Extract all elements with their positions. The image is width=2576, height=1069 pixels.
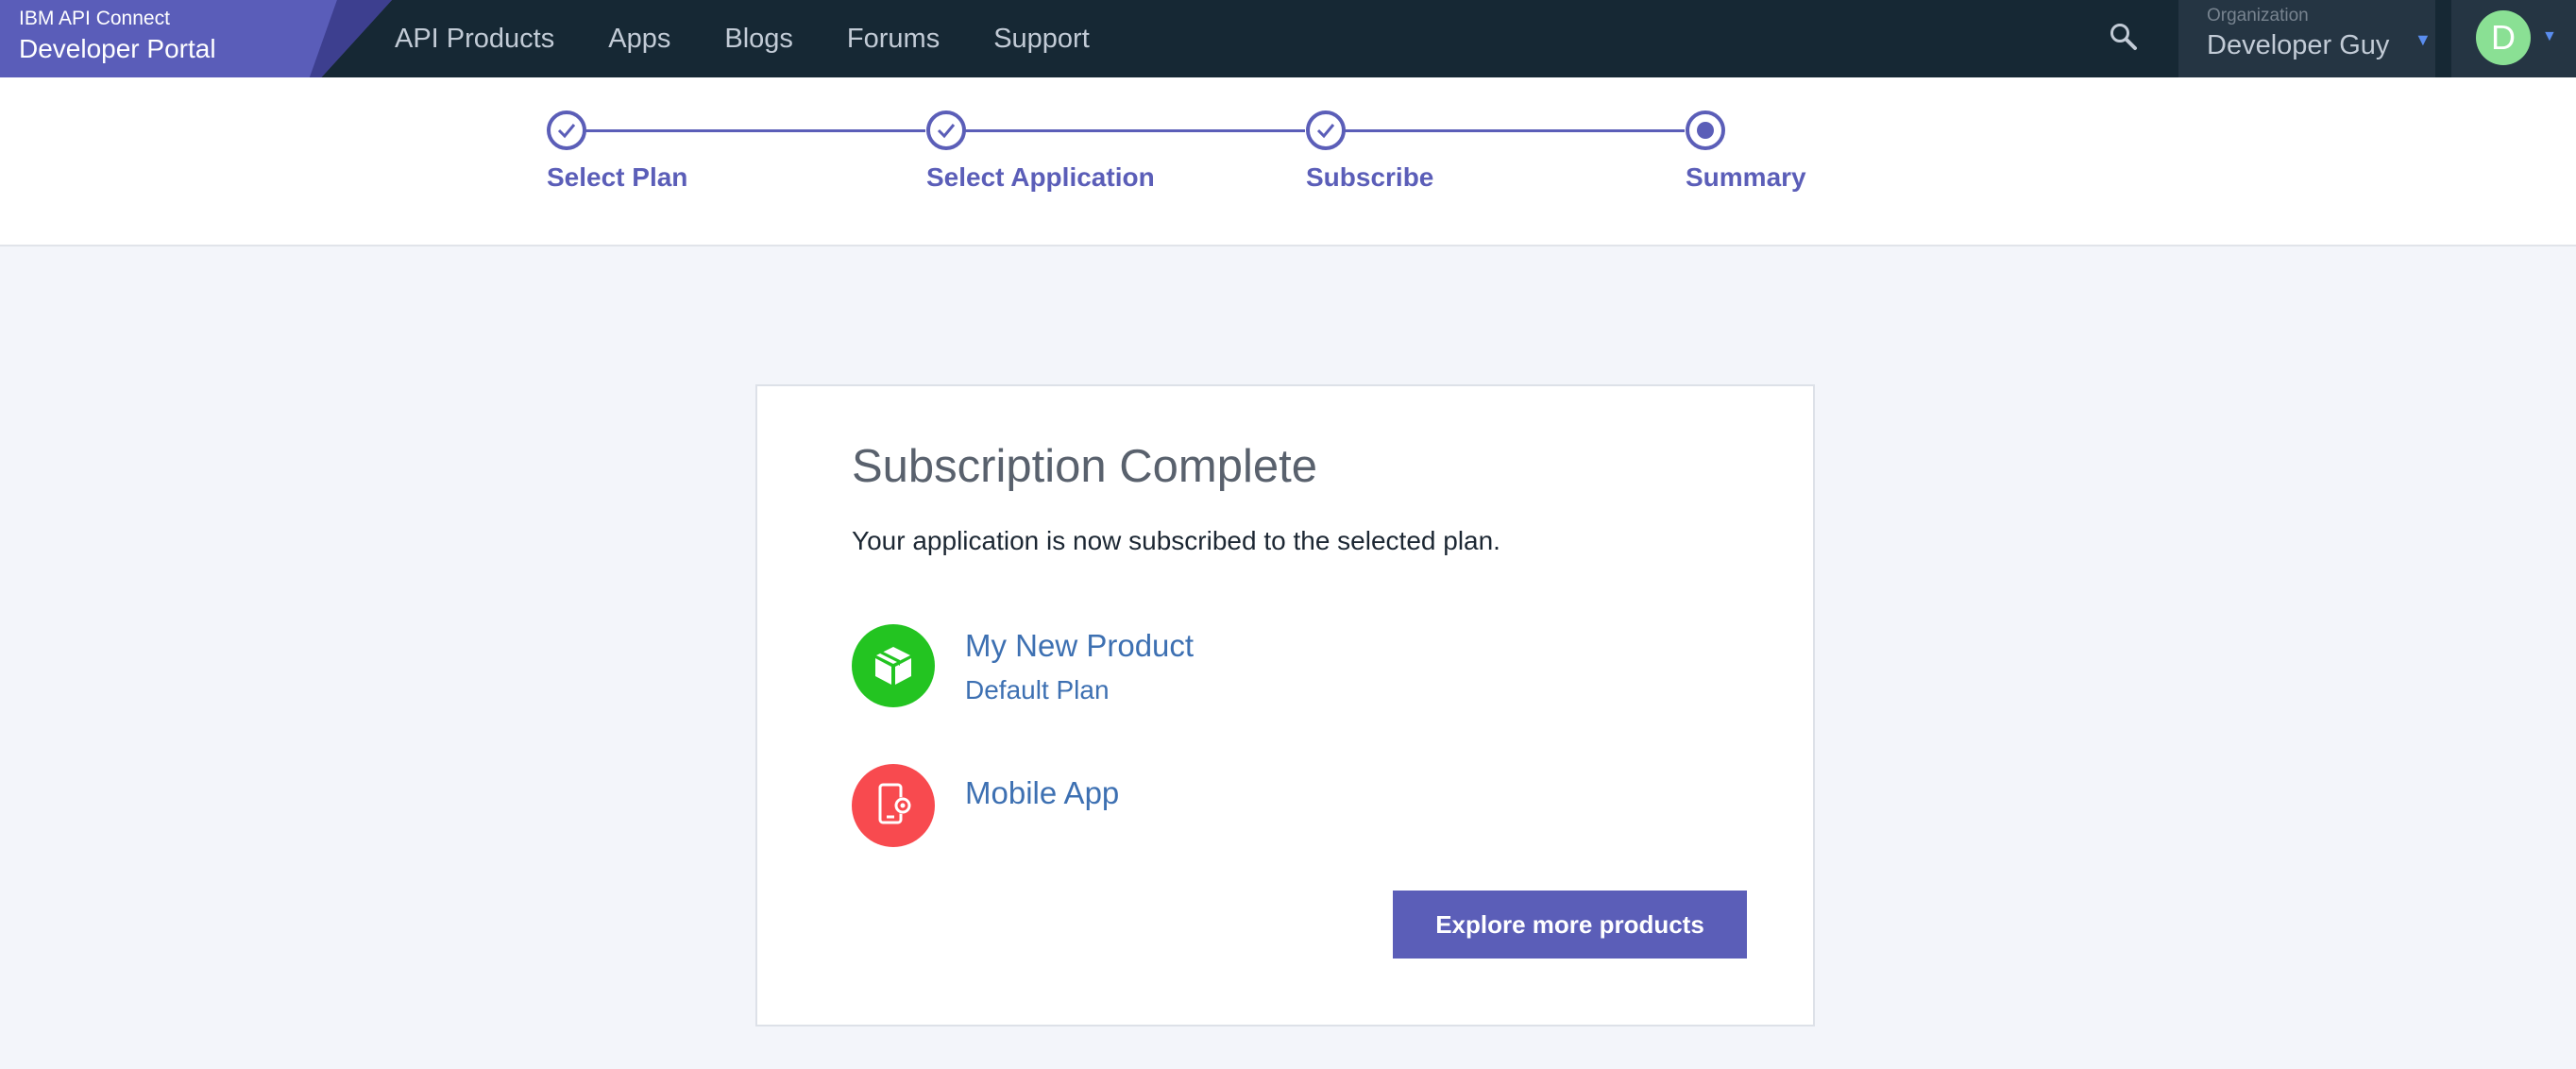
step-label-summary: Summary xyxy=(1686,162,1806,192)
organization-selector[interactable]: Organization Developer Guy ▼ xyxy=(2178,0,2435,77)
step-label-select-plan: Select Plan xyxy=(547,162,688,192)
nav-item-forums[interactable]: Forums xyxy=(847,24,940,55)
step-label-subscribe: Subscribe xyxy=(1306,162,1434,192)
current-step-dot xyxy=(1697,122,1714,139)
nav-item-api-products[interactable]: API Products xyxy=(395,24,554,55)
checkmark-icon xyxy=(1316,124,1335,139)
product-link[interactable]: My New Product xyxy=(965,628,1194,664)
plan-link[interactable]: Default Plan xyxy=(965,675,1110,705)
explore-more-products-button[interactable]: Explore more products xyxy=(1393,891,1747,959)
checkmark-icon xyxy=(557,124,576,139)
application-link[interactable]: Mobile App xyxy=(965,775,1119,811)
mobile-app-icon xyxy=(852,764,935,847)
checkmark-icon xyxy=(937,124,956,139)
step-connector xyxy=(585,129,925,132)
brand-portal-name: Developer Portal xyxy=(19,34,216,63)
subscription-summary-card: Subscription Complete Your application i… xyxy=(755,384,1815,1027)
step-connector xyxy=(1345,129,1685,132)
confirmation-message: Your application is now subscribed to th… xyxy=(852,526,1500,555)
organization-label: Organization xyxy=(2207,6,2309,25)
step-connector xyxy=(965,129,1305,132)
step-indicator-select-plan xyxy=(547,110,586,150)
subscription-stepper: Select Plan Select Application Subscribe… xyxy=(0,77,2576,246)
nav-item-apps[interactable]: Apps xyxy=(608,24,670,55)
user-menu[interactable]: D ▼ xyxy=(2451,0,2576,77)
top-navigation-bar: IBM API Connect Developer Portal API Pro… xyxy=(0,0,2576,77)
nav-item-blogs[interactable]: Blogs xyxy=(724,24,793,55)
avatar: D xyxy=(2476,10,2531,65)
chevron-down-icon: ▼ xyxy=(2542,28,2557,44)
organization-name: Developer Guy xyxy=(2207,30,2390,60)
step-indicator-subscribe xyxy=(1306,110,1346,150)
chevron-down-icon: ▼ xyxy=(2415,30,2432,49)
search-icon[interactable] xyxy=(2108,21,2140,53)
step-indicator-summary xyxy=(1686,110,1725,150)
step-label-select-application: Select Application xyxy=(926,162,1155,192)
brand-product-name: IBM API Connect xyxy=(19,8,170,29)
package-icon xyxy=(852,624,935,707)
main-nav: API Products Apps Blogs Forums Support xyxy=(395,0,1144,77)
step-indicator-select-application xyxy=(926,110,966,150)
nav-item-support[interactable]: Support xyxy=(993,24,1090,55)
page-title: Subscription Complete xyxy=(852,441,1317,492)
